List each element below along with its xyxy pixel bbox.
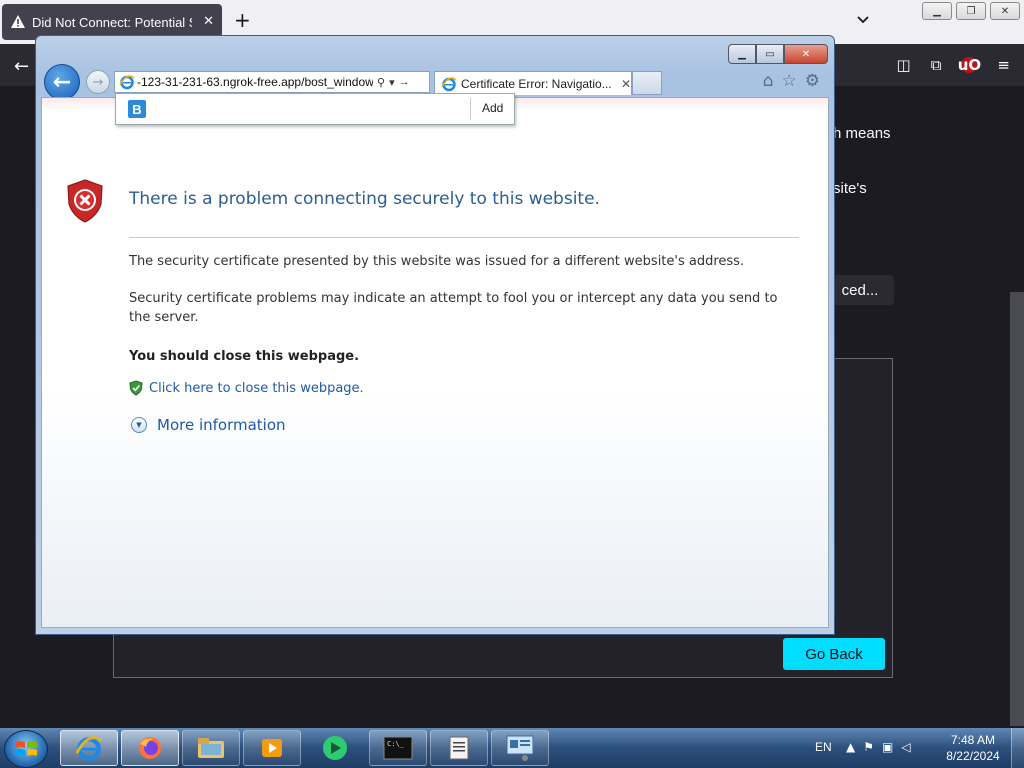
media-center-icon xyxy=(323,736,347,760)
folder-icon xyxy=(198,738,224,758)
close-tab-icon[interactable]: ✕ xyxy=(621,77,631,91)
taskbar-ie-button[interactable] xyxy=(60,730,118,766)
close-tab-icon[interactable]: ✕ xyxy=(203,14,214,29)
close-window-button[interactable]: ✕ xyxy=(990,2,1020,20)
ie-back-button[interactable]: ← xyxy=(44,64,80,100)
ie-forward-button[interactable]: → xyxy=(86,70,110,94)
media-player-icon xyxy=(262,739,282,757)
firefox-icon xyxy=(139,737,161,759)
more-information-row[interactable]: ▼ More information xyxy=(131,416,286,434)
pocket-icon[interactable]: ◫ xyxy=(897,56,911,74)
taskbar-firefox-button[interactable] xyxy=(121,730,179,766)
divider xyxy=(129,237,799,238)
show-hidden-icons-icon[interactable]: ▲ xyxy=(846,740,855,754)
ie-command-icons: ⌂ ☆ ⚙ xyxy=(763,71,820,91)
ie-tab-title: Certificate Error: Navigatio... xyxy=(461,76,611,91)
terminal-icon: C:\_ xyxy=(383,736,413,760)
taskbar-explorer-button[interactable] xyxy=(182,730,240,766)
ie-maximize-button[interactable]: ▭ xyxy=(756,44,784,64)
go-back-button[interactable]: Go Back xyxy=(783,638,885,670)
windows-logo-icon xyxy=(15,741,37,756)
taskbar-control-panel-button[interactable] xyxy=(491,730,549,766)
dropdown-icon[interactable]: ▾ xyxy=(389,76,395,89)
search-icon[interactable]: ⚲ xyxy=(377,76,385,89)
bing-icon[interactable]: B xyxy=(128,100,146,118)
chevron-down-icon[interactable] xyxy=(855,12,871,28)
menu-icon[interactable]: ≡ xyxy=(997,56,1010,74)
error-description: The security certificate presented by th… xyxy=(129,254,745,269)
ie-address-bar[interactable]: -123-31-231-63.ngrok-free.app/bost_windo… xyxy=(114,71,430,93)
close-webpage-row: Click here to close this webpage. xyxy=(129,380,364,396)
taskbar: C:\_ EN ▲ ⚑ ▣ ◁ 7:48 AM 8/22/2024 xyxy=(0,728,1024,768)
volume-muted-icon[interactable]: ◁ xyxy=(901,740,910,754)
show-desktop-button[interactable] xyxy=(1011,728,1024,768)
clock-time: 7:48 AM xyxy=(950,733,996,747)
svg-text:C:\_: C:\_ xyxy=(387,740,405,748)
ie-close-button[interactable]: ✕ xyxy=(784,44,828,64)
ie-window-controls: ▁ ▭ ✕ xyxy=(728,44,828,64)
divider xyxy=(470,98,471,120)
ie-tab-certificate-error[interactable]: Certificate Error: Navigatio... ✕ xyxy=(434,71,632,95)
notepad-icon xyxy=(449,736,469,760)
clock[interactable]: 7:48 AM 8/22/2024 xyxy=(938,732,1008,764)
ie-logo-icon xyxy=(75,736,103,761)
add-search-provider-button[interactable]: Add xyxy=(482,101,503,115)
back-arrow-icon[interactable]: ← xyxy=(14,56,29,77)
ie-address-text[interactable]: -123-31-231-63.ngrok-free.app/bost_windo… xyxy=(137,75,373,89)
close-webpage-link[interactable]: Click here to close this webpage. xyxy=(149,381,364,396)
favorites-star-icon[interactable]: ☆ xyxy=(782,71,797,91)
language-indicator[interactable]: EN xyxy=(815,740,832,754)
clock-date: 8/22/2024 xyxy=(946,749,1000,763)
extensions-icon[interactable]: ⧉ xyxy=(931,56,942,74)
expand-chevron-icon[interactable]: ▼ xyxy=(131,417,147,433)
firefox-text-fragment-1: h means xyxy=(833,125,891,142)
more-information-link[interactable]: More information xyxy=(157,416,286,434)
error-warning-text: Security certificate problems may indica… xyxy=(129,291,778,325)
new-tab-button[interactable]: + xyxy=(234,10,251,30)
home-icon[interactable]: ⌂ xyxy=(763,71,774,91)
firefox-window-controls: ▁ ❐ ✕ xyxy=(922,2,1020,20)
warning-icon xyxy=(11,15,25,28)
taskbar-cmd-button[interactable]: C:\_ xyxy=(369,730,427,766)
advanced-button[interactable]: ced... xyxy=(826,275,894,305)
ie-logo-icon xyxy=(119,75,135,90)
firefox-text-fragment-2: site's xyxy=(833,180,867,197)
taskbar-media-player-button[interactable] xyxy=(243,730,301,766)
action-center-flag-icon[interactable]: ⚑ xyxy=(863,740,874,754)
ie-new-tab-button[interactable] xyxy=(632,71,662,95)
ie-content: There is a problem connecting securely t… xyxy=(41,97,829,628)
restore-button[interactable]: ❐ xyxy=(956,2,986,20)
ie-window: ▁ ▭ ✕ ← → -123-31-231-63.ngrok-free.app/… xyxy=(35,35,835,635)
firefox-tab-title: Did Not Connect: Potential Security Issu… xyxy=(32,14,192,30)
shield-error-icon xyxy=(67,179,103,223)
ie-minimize-button[interactable]: ▁ xyxy=(728,44,756,64)
address-suggestion-dropdown: B Add xyxy=(115,93,515,125)
taskbar-app-button[interactable] xyxy=(306,730,364,766)
error-title: There is a problem connecting securely t… xyxy=(129,189,600,209)
network-window-icon xyxy=(506,735,534,761)
tools-gear-icon[interactable]: ⚙ xyxy=(805,71,820,91)
minimize-button[interactable]: ▁ xyxy=(922,2,952,20)
network-icon[interactable]: ▣ xyxy=(882,740,893,754)
ublock-icon[interactable]: uO xyxy=(958,56,981,74)
ie-logo-icon xyxy=(441,76,457,91)
firefox-toolbar-icons: ◫ ⧉ uO ≡ xyxy=(897,56,1010,74)
go-arrow-icon[interactable]: → xyxy=(399,76,410,88)
scrollbar-thumb[interactable] xyxy=(1010,292,1024,726)
green-shield-check-icon xyxy=(129,380,143,396)
taskbar-notepad-button[interactable] xyxy=(430,730,488,766)
system-tray: ▲ ⚑ ▣ ◁ xyxy=(846,740,911,754)
start-button[interactable] xyxy=(4,730,48,768)
recommendation-text: You should close this webpage. xyxy=(129,349,360,364)
